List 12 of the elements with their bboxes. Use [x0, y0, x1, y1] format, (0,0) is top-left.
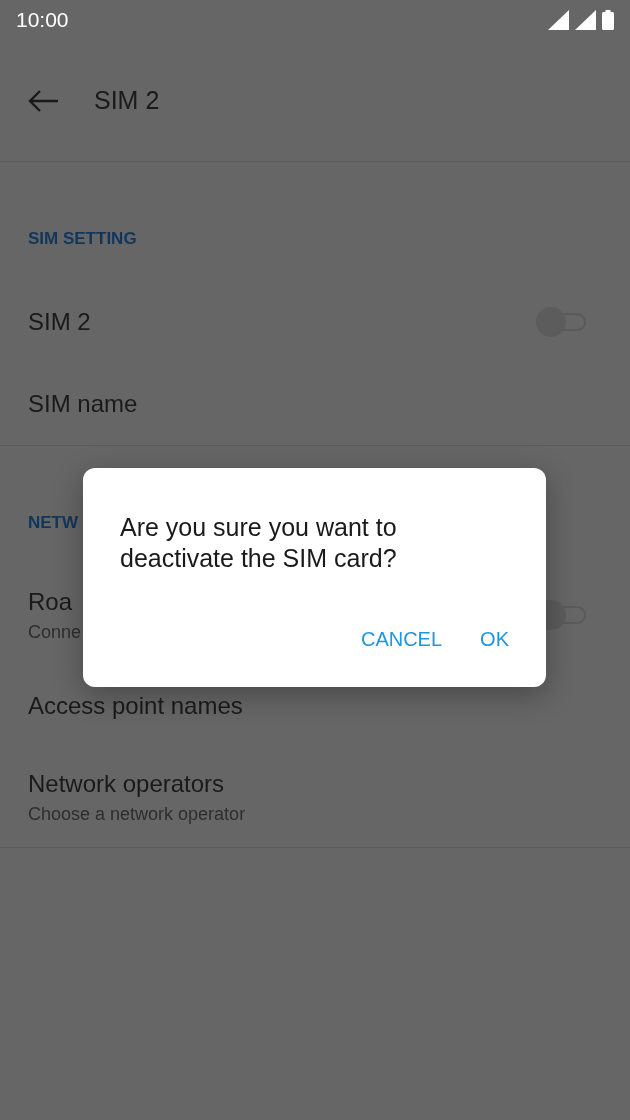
row-subtitle: Conne	[28, 621, 82, 643]
status-time: 10:00	[16, 8, 69, 32]
row-title: Roa	[28, 587, 74, 616]
row-title: Network operators	[28, 769, 226, 798]
page-title: SIM 2	[94, 86, 160, 115]
section-header: SIM SETTING	[28, 229, 137, 248]
row-title: SIM 2	[28, 308, 91, 336]
row-subtitle: Choose a network operator	[28, 803, 246, 825]
dialog-message: Are you sure you want to deactivate the SIM card?	[120, 512, 398, 574]
section-header: NETW	[28, 513, 79, 532]
row-title: Access point names	[28, 692, 243, 720]
row-title: SIM name	[28, 390, 138, 418]
